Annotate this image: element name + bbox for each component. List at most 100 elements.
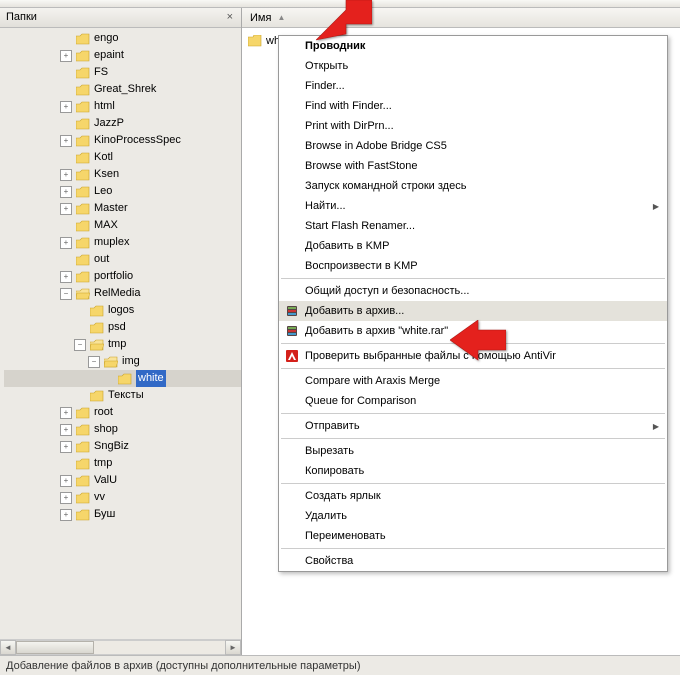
menu-item-label: Добавить в архив "white.rar" bbox=[305, 325, 448, 337]
tree-label: FS bbox=[94, 64, 108, 81]
expand-icon[interactable]: + bbox=[60, 203, 72, 215]
column-header-name[interactable]: Имя ▲ bbox=[242, 8, 680, 28]
tree-item[interactable]: +Master bbox=[4, 200, 241, 217]
menu-item[interactable]: Finder... bbox=[279, 76, 667, 96]
tree-item[interactable]: logos bbox=[4, 302, 241, 319]
close-icon[interactable]: × bbox=[225, 11, 235, 23]
tree-item[interactable]: + epaint bbox=[4, 47, 241, 64]
menu-item-label: Свойства bbox=[305, 555, 353, 567]
expand-icon[interactable]: + bbox=[60, 169, 72, 181]
tree-item[interactable]: +portfolio bbox=[4, 268, 241, 285]
expand-icon[interactable]: + bbox=[60, 237, 72, 249]
folder-icon bbox=[76, 492, 90, 504]
tree-item[interactable]: +Ksen bbox=[4, 166, 241, 183]
menu-item-label: Вырезать bbox=[305, 445, 354, 457]
tree-label: epaint bbox=[94, 47, 124, 64]
menu-item[interactable]: Свойства bbox=[279, 551, 667, 571]
menu-item[interactable]: Print with DirPrn... bbox=[279, 116, 667, 136]
tree-item[interactable]: + Leo bbox=[4, 183, 241, 200]
expand-icon[interactable]: + bbox=[60, 441, 72, 453]
menu-item[interactable]: Создать ярлык bbox=[279, 486, 667, 506]
menu-item[interactable]: Добавить в архив... bbox=[279, 301, 667, 321]
folder-icon bbox=[76, 424, 90, 436]
tree-item[interactable]: +root bbox=[4, 404, 241, 421]
menu-item[interactable]: Переименовать bbox=[279, 526, 667, 546]
folder-icon bbox=[76, 271, 90, 283]
folder-tree[interactable]: engo + epaintFSGreat_Shrek+htmlJazzP+KinoP… bbox=[0, 28, 241, 639]
menu-item[interactable]: Queue for Comparison bbox=[279, 391, 667, 411]
menu-item[interactable]: Вырезать bbox=[279, 441, 667, 461]
expand-icon[interactable]: + bbox=[60, 135, 72, 147]
menu-item[interactable]: Найти... bbox=[279, 196, 667, 216]
menu-item[interactable]: Отправить bbox=[279, 416, 667, 436]
tree-item[interactable]: JazzP bbox=[4, 115, 241, 132]
expand-icon[interactable]: + bbox=[60, 186, 72, 198]
tree-item[interactable]: psd bbox=[4, 319, 241, 336]
tree-item[interactable]: + shop bbox=[4, 421, 241, 438]
folder-icon bbox=[90, 339, 104, 351]
tree-item[interactable]: +muplex bbox=[4, 234, 241, 251]
tree-item[interactable]: −img bbox=[4, 353, 241, 370]
menu-item[interactable]: Воспроизвести в KMP bbox=[279, 256, 667, 276]
tree-item[interactable]: +KinoProcessSpec bbox=[4, 132, 241, 149]
tree-item[interactable]: out bbox=[4, 251, 241, 268]
menu-item[interactable]: Compare with Araxis Merge bbox=[279, 371, 667, 391]
expand-icon[interactable]: + bbox=[60, 50, 72, 62]
tree-item[interactable]: Тексты bbox=[4, 387, 241, 404]
tree-item[interactable]: −tmp bbox=[4, 336, 241, 353]
tree-label: out bbox=[94, 251, 109, 268]
menu-item[interactable]: Добавить в KMP bbox=[279, 236, 667, 256]
collapse-icon[interactable]: − bbox=[60, 288, 72, 300]
tree-item[interactable]: −RelMedia bbox=[4, 285, 241, 302]
scroll-thumb[interactable] bbox=[16, 641, 94, 654]
tree-item[interactable]: Great_Shrek bbox=[4, 81, 241, 98]
menu-item[interactable]: Browse with FastStone bbox=[279, 156, 667, 176]
collapse-icon[interactable]: − bbox=[88, 356, 100, 368]
tree-item[interactable]: Kotl bbox=[4, 149, 241, 166]
tree-item[interactable]: MAX bbox=[4, 217, 241, 234]
menu-separator bbox=[281, 278, 665, 279]
menu-item[interactable]: Find with Finder... bbox=[279, 96, 667, 116]
expand-icon[interactable]: + bbox=[60, 271, 72, 283]
scroll-left-button[interactable]: ◄ bbox=[0, 640, 16, 655]
context-menu[interactable]: ПроводникОткрытьFinder...Find with Finde… bbox=[278, 35, 668, 572]
expand-icon[interactable]: + bbox=[60, 492, 72, 504]
tree-item[interactable]: engo bbox=[4, 30, 241, 47]
expand-icon[interactable]: + bbox=[60, 475, 72, 487]
expand-icon[interactable]: + bbox=[60, 407, 72, 419]
folder-icon bbox=[76, 135, 90, 147]
tree-item[interactable]: white bbox=[4, 370, 241, 387]
menu-item-label: Compare with Araxis Merge bbox=[305, 375, 440, 387]
sort-asc-icon: ▲ bbox=[277, 13, 285, 22]
tree-item[interactable]: +SngBiz bbox=[4, 438, 241, 455]
folder-icon bbox=[76, 186, 90, 198]
scroll-right-button[interactable]: ► bbox=[225, 640, 241, 655]
tree-item[interactable]: +html bbox=[4, 98, 241, 115]
tree-item[interactable]: tmp bbox=[4, 455, 241, 472]
archive-icon bbox=[284, 303, 300, 319]
folder-icon bbox=[76, 220, 90, 232]
menu-item[interactable]: Общий доступ и безопасность... bbox=[279, 281, 667, 301]
tree-item[interactable]: +ValU bbox=[4, 472, 241, 489]
collapse-icon[interactable]: − bbox=[74, 339, 86, 351]
menu-item[interactable]: Запуск командной строки здесь bbox=[279, 176, 667, 196]
horizontal-scrollbar[interactable]: ◄ ► bbox=[0, 639, 241, 655]
menu-item[interactable]: Открыть bbox=[279, 56, 667, 76]
tree-label: shop bbox=[94, 421, 118, 438]
tree-item[interactable]: +vv bbox=[4, 489, 241, 506]
menu-item[interactable]: Копировать bbox=[279, 461, 667, 481]
expand-icon[interactable]: + bbox=[60, 509, 72, 521]
folder-icon bbox=[76, 475, 90, 487]
scroll-track[interactable] bbox=[16, 640, 225, 655]
tree-label: Leo bbox=[94, 183, 112, 200]
menu-item-label: Общий доступ и безопасность... bbox=[305, 285, 469, 297]
menu-item-label: Queue for Comparison bbox=[305, 395, 416, 407]
expand-icon[interactable]: + bbox=[60, 424, 72, 436]
menu-item[interactable]: Удалить bbox=[279, 506, 667, 526]
menu-item[interactable]: Browse in Adobe Bridge CS5 bbox=[279, 136, 667, 156]
menu-item-label: Browse with FastStone bbox=[305, 160, 418, 172]
tree-item[interactable]: +Буш bbox=[4, 506, 241, 523]
menu-item[interactable]: Start Flash Renamer... bbox=[279, 216, 667, 236]
expand-icon[interactable]: + bbox=[60, 101, 72, 113]
tree-item[interactable]: FS bbox=[4, 64, 241, 81]
